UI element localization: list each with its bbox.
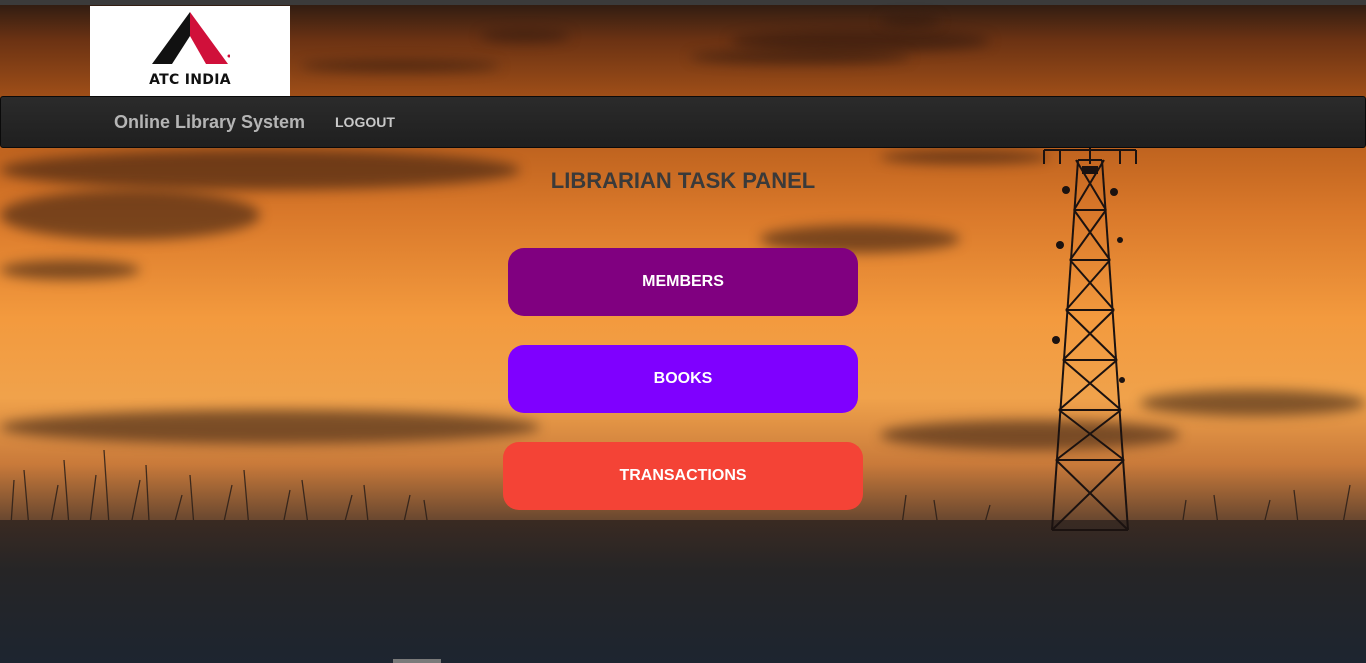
logout-link[interactable]: LOGOUT xyxy=(335,97,395,147)
brand-link[interactable]: Online Library System xyxy=(114,97,305,147)
books-button-label: BOOKS xyxy=(653,370,713,387)
logo-text: ATC INDIA xyxy=(149,72,231,88)
transactions-button[interactable]: TRANSACTIONS xyxy=(503,442,863,510)
top-navbar: Online Library System LOGOUT xyxy=(0,96,1366,148)
page: ATC INDIA Online Library System LOGOUT L… xyxy=(0,0,1366,663)
horizontal-scrollbar-thumb[interactable] xyxy=(393,659,441,663)
atc-triangle-icon xyxy=(152,12,230,64)
transactions-button-label: TRANSACTIONS xyxy=(619,467,747,484)
members-button-label: MEMBERS xyxy=(642,273,724,290)
telecom-tower-image xyxy=(1043,140,1137,531)
browser-top-line xyxy=(0,0,1366,5)
books-button[interactable]: BOOKS xyxy=(508,345,858,413)
page-title: LIBRARIAN TASK PANEL xyxy=(550,168,816,193)
atc-india-logo: ATC INDIA xyxy=(90,6,290,96)
ground xyxy=(0,520,1366,663)
members-button[interactable]: MEMBERS xyxy=(508,248,858,316)
